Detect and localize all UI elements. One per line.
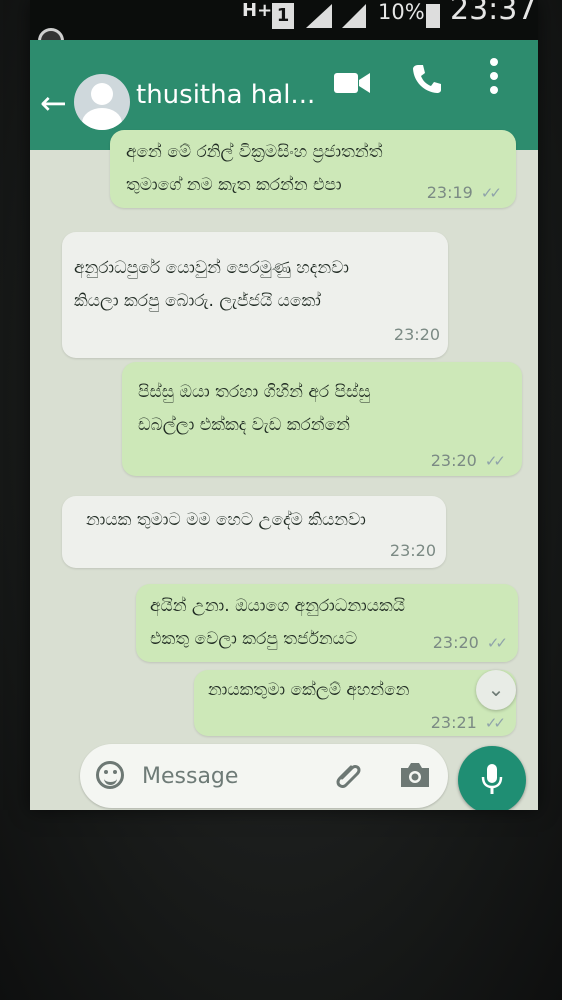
message-time: 23:20 [432, 633, 479, 652]
camera-icon[interactable] [398, 760, 432, 790]
message-text: නායක තුමාට මම හෙට උදේම කියනවා [86, 510, 366, 530]
avatar-head [91, 83, 113, 105]
screen: H+ 1 10% 23:37 ← thusitha hal... අනේ මේ … [30, 0, 538, 810]
emoji-icon[interactable] [96, 761, 124, 789]
message-bubble[interactable]: අනුරාධපුරේ යොවුන් පෙරමුණු හදනවා කියලා කර… [62, 232, 448, 358]
message-time: 23:20 [389, 541, 436, 560]
network-type-label: H+ [242, 0, 273, 21]
message-meta: 23:20 ✓✓ [430, 451, 506, 470]
message-bubble[interactable]: අනේ මේ රනිල් වික්‍රමසිංහ ප්‍රජාතන්ත්‍ තු… [110, 130, 516, 208]
voice-message-button[interactable] [458, 746, 526, 810]
message-meta: 23:19 ✓✓ [426, 183, 502, 202]
message-bubble[interactable]: නායක තුමාට මම හෙට උදේම කියනවා 23:20 [62, 496, 446, 568]
message-bubble[interactable]: නායකතුමා කේලම් අහන්නෙ 23:21 ✓✓ [194, 670, 516, 736]
phone-icon[interactable] [410, 62, 444, 96]
status-time: 23:37 [450, 0, 537, 27]
message-bubble[interactable]: පිස්සු ඔයා තරහා ගිහින් අර පිස්සු ඩබල්ලා … [122, 362, 522, 476]
message-time: 23:21 [430, 713, 477, 732]
message-text: අයින් උනා. ඔයාගෙ අනුරාධනායකයි එකතු වෙලා … [150, 596, 406, 649]
message-time: 23:20 [430, 451, 477, 470]
sim-indicator: 1 [272, 3, 294, 29]
paperclip-icon[interactable] [332, 758, 366, 792]
contact-name[interactable]: thusitha hal... [136, 80, 315, 110]
scroll-to-bottom-button[interactable]: ⌄ [476, 670, 516, 710]
message-time: 23:20 [393, 325, 440, 344]
message-input[interactable] [140, 758, 324, 794]
video-call-icon[interactable] [332, 68, 372, 98]
signal-icon [306, 4, 332, 28]
message-text: අනුරාධපුරේ යොවුන් පෙරමුණු හදනවා කියලා කර… [74, 258, 349, 311]
message-meta: 23:21 ✓✓ [430, 713, 506, 732]
read-ticks-icon: ✓✓ [480, 184, 502, 202]
message-text: නායකතුමා කේලම් අහන්නෙ [208, 680, 410, 700]
signal-strength-icon [342, 4, 366, 28]
message-text: අනේ මේ රනිල් වික්‍රමසිංහ ප්‍රජාතන්ත්‍ තු… [126, 142, 383, 195]
battery-icon [426, 4, 440, 28]
chevron-double-down-icon: ⌄ [487, 677, 505, 701]
message-meta: 23:20 ✓✓ [432, 633, 508, 652]
message-time: 23:19 [426, 183, 473, 202]
back-arrow-icon[interactable]: ← [40, 84, 67, 122]
message-compose [80, 744, 448, 808]
message-text: පිස්සු ඔයා තරහා ගිහින් අර පිස්සු ඩබල්ලා … [138, 382, 371, 435]
microphone-icon [481, 764, 503, 794]
contact-avatar[interactable] [74, 74, 130, 130]
message-meta: 23:20 [390, 541, 436, 560]
phone-frame: H+ 1 10% 23:37 ← thusitha hal... අනේ මේ … [0, 0, 562, 1000]
message-meta: 23:20 [394, 325, 440, 344]
more-vert-icon[interactable] [488, 56, 500, 96]
read-ticks-icon: ✓✓ [484, 714, 506, 732]
status-bar: H+ 1 10% 23:37 [30, 0, 538, 54]
read-ticks-icon: ✓✓ [486, 634, 508, 652]
input-bar [30, 740, 538, 810]
avatar-body [82, 108, 122, 130]
message-bubble[interactable]: අයින් උනා. ඔයාගෙ අනුරාධනායකයි එකතු වෙලා … [136, 584, 518, 662]
battery-percent: 10% [378, 0, 425, 24]
message-list[interactable]: අනේ මේ රනිල් වික්‍රමසිංහ ප්‍රජාතන්ත්‍ තු… [30, 130, 538, 810]
read-ticks-icon: ✓✓ [484, 452, 506, 470]
